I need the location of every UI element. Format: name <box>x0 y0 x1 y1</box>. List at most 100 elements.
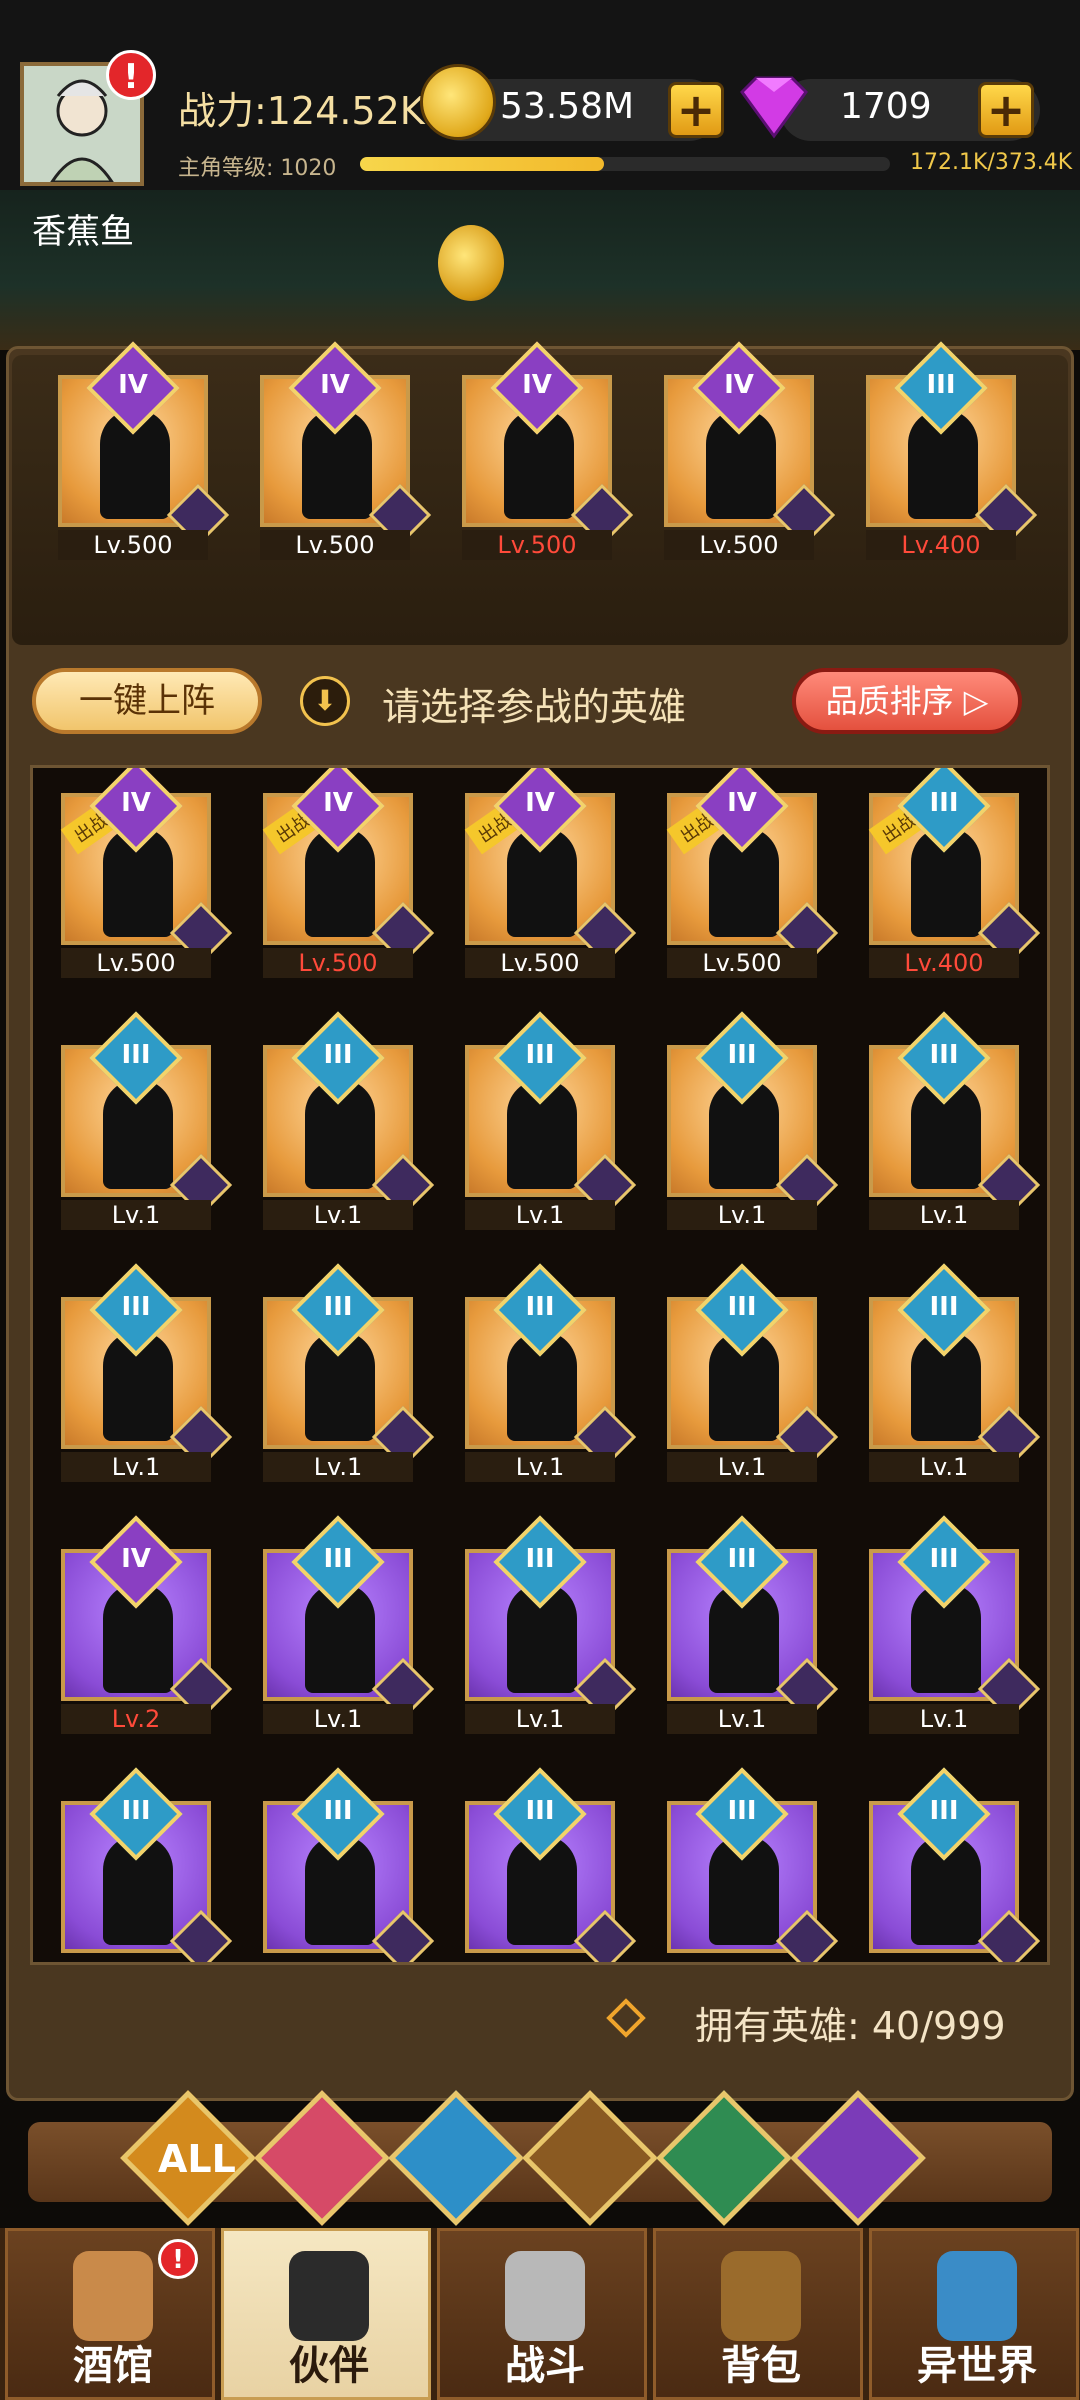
rank-label: IV <box>121 788 151 818</box>
rank-label: III <box>929 1292 959 1322</box>
hero-level: Lv.1 <box>869 1452 1019 1482</box>
faction-filter-button[interactable] <box>656 2090 792 2226</box>
rank-label: III <box>929 788 959 818</box>
filter-all-label: ALL <box>158 2137 236 2181</box>
select-hero-hint: 请选择参战的英雄 <box>382 685 687 729</box>
nav-tab-icon <box>289 2251 369 2341</box>
hero-level: Lv.1 <box>667 1452 817 1482</box>
rank-label: III <box>727 1544 757 1574</box>
rank-label: III <box>525 1040 555 1070</box>
nav-tab-label: 异世界 <box>917 2343 1037 2389</box>
hero-level: Lv.500 <box>465 948 615 978</box>
hero-level: Lv.1 <box>869 1704 1019 1734</box>
rank-label: III <box>929 1544 959 1574</box>
gem-icon <box>740 76 808 139</box>
rank-label: III <box>121 1040 151 1070</box>
hero-level: Lv.400 <box>869 948 1019 978</box>
exp-progress-bar <box>360 157 890 171</box>
add-gold-button[interactable]: + <box>668 82 724 138</box>
rank-label: III <box>525 1292 555 1322</box>
hero-level: Lv.1 <box>61 1452 211 1482</box>
hero-level: Lv.1 <box>465 1704 615 1734</box>
play-arrow-icon: ▷ <box>953 682 989 720</box>
nav-tab-icon <box>721 2251 801 2341</box>
rank-label: IV <box>118 370 148 400</box>
combat-power: 战力:124.52K <box>178 89 425 133</box>
nav-tab-label: 战斗 <box>505 2343 585 2389</box>
rank-label: III <box>727 1040 757 1070</box>
gold-coin-icon <box>420 64 496 140</box>
exp-text: 172.1K/373.4K <box>910 150 1073 175</box>
rank-label: III <box>525 1544 555 1574</box>
nav-tab-icon <box>505 2251 585 2341</box>
rank-label: IV <box>522 370 552 400</box>
rank-label: III <box>926 370 956 400</box>
quality-sort-button[interactable]: 品质排序 ▷ <box>792 668 1022 734</box>
faction-filter-button[interactable] <box>388 2090 524 2226</box>
nav-tab-label: 伙伴 <box>289 2343 369 2389</box>
hero-level: Lv.1 <box>869 1200 1019 1230</box>
hero-level: Lv.1 <box>667 1200 817 1230</box>
hero-level: Lv.1 <box>465 1200 615 1230</box>
rank-label: III <box>929 1040 959 1070</box>
hero-level: Lv.1 <box>263 1200 413 1230</box>
nav-tab-label: 酒馆 <box>73 2343 153 2389</box>
owned-heroes-count: 拥有英雄: 40/999 <box>695 2004 1006 2048</box>
nav-tab[interactable]: 异世界 <box>869 2228 1079 2400</box>
hero-level: Lv.1 <box>465 1452 615 1482</box>
hero-level: Lv.500 <box>667 948 817 978</box>
rank-label: III <box>121 1796 151 1826</box>
nav-alert-badge: ! <box>158 2239 198 2279</box>
rank-label: IV <box>121 1544 151 1574</box>
down-arrow-icon: ⬇ <box>300 676 350 726</box>
hero-level: Lv.500 <box>664 530 814 560</box>
hero-level: Lv.1 <box>667 1704 817 1734</box>
faction-filter-button[interactable] <box>254 2090 390 2226</box>
hero-level: Lv.500 <box>61 948 211 978</box>
hero-grid: 出战中 IV Lv.500 出战中 IV Lv.500 出战中 IV Lv.500 出战中 IV Lv… <box>30 765 1050 1965</box>
floating-coin-icon[interactable] <box>438 225 504 301</box>
rank-label: IV <box>323 788 353 818</box>
faction-filter-button[interactable] <box>522 2090 658 2226</box>
hero-level: Lv.1 <box>263 1704 413 1734</box>
player-name: 香蕉鱼 <box>32 212 134 252</box>
rank-label: III <box>121 1292 151 1322</box>
rank-label: III <box>323 1292 353 1322</box>
hero-level: Lv.2 <box>61 1704 211 1734</box>
hero-level: Lv.1 <box>263 1452 413 1482</box>
gem-amount: 1709 <box>840 86 932 127</box>
nav-tab-icon <box>73 2251 153 2341</box>
nav-tab-label: 背包 <box>721 2343 801 2389</box>
background-scene <box>0 190 1080 350</box>
faction-filter-button[interactable] <box>790 2090 926 2226</box>
hero-level: Lv.400 <box>866 530 1016 560</box>
rank-label: III <box>727 1796 757 1826</box>
hero-level: Lv.500 <box>58 530 208 560</box>
gold-amount: 53.58M <box>500 86 635 127</box>
avatar-alert-badge[interactable]: ! <box>106 50 156 100</box>
rank-label: IV <box>724 370 754 400</box>
nav-tab[interactable]: 背包 <box>653 2228 863 2400</box>
nav-tab-icon <box>937 2251 1017 2341</box>
rank-label: III <box>929 1796 959 1826</box>
rank-label: III <box>323 1544 353 1574</box>
hero-level: Lv.500 <box>260 530 410 560</box>
nav-tab[interactable]: 酒馆! <box>5 2228 215 2400</box>
hero-level: Lv.500 <box>462 530 612 560</box>
hero-level: Lv.1 <box>61 1200 211 1230</box>
add-gems-button[interactable]: + <box>978 82 1034 138</box>
nav-tab[interactable]: 伙伴 <box>221 2228 431 2400</box>
rank-label: IV <box>727 788 757 818</box>
rank-label: III <box>727 1292 757 1322</box>
hero-level: Lv.500 <box>263 948 413 978</box>
rank-label: IV <box>525 788 555 818</box>
rank-label: III <box>525 1796 555 1826</box>
rank-label: IV <box>320 370 350 400</box>
exp-progress-fill <box>360 157 604 171</box>
one-click-deploy-button[interactable]: 一键上阵 <box>32 668 262 734</box>
rank-label: III <box>323 1796 353 1826</box>
player-level: 主角等级: 1020 <box>178 156 337 181</box>
nav-tab[interactable]: 战斗 <box>437 2228 647 2400</box>
rank-label: III <box>323 1040 353 1070</box>
sort-button-label: 品质排序 <box>825 682 954 720</box>
